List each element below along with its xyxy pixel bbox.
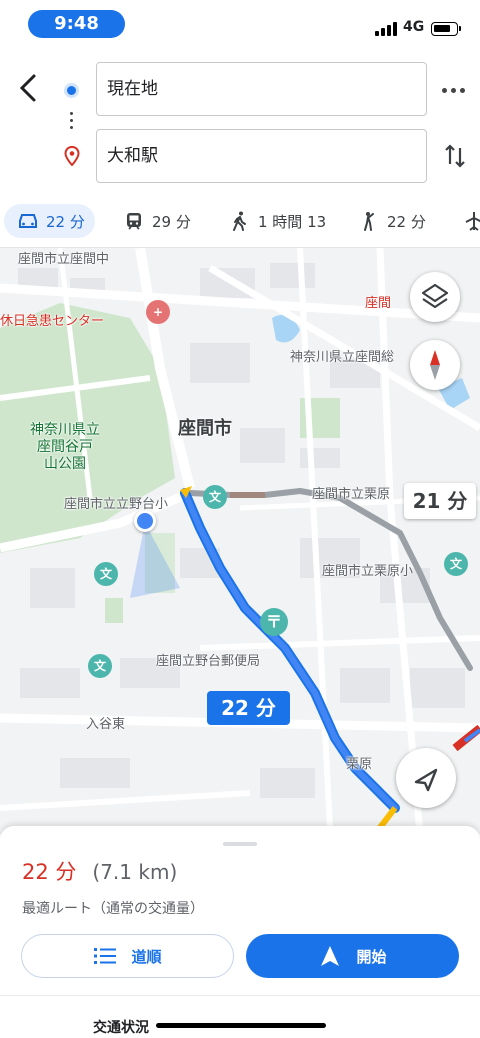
home-indicator [156,1023,326,1028]
tab-car-label: 22 分 [46,212,85,231]
route-description: 最適ルート（通常の交通量） [22,901,204,917]
current-location-dot [134,510,156,532]
eta-summary: 22 分 (7.1 km) [22,856,177,886]
maps-directions-screen: 9:48 4G 現在地 大和駅 22 分 29 分 1 時間 13 22 分 座… [0,0,480,1038]
tab-walk-label: 1 時間 13 [258,212,327,231]
navigation-start-icon [321,946,340,966]
map-label-clinic: 休日急患センター [0,314,105,329]
tab-car[interactable]: 22 分 [4,204,95,238]
start-button-label: 開始 [356,947,387,966]
walk-icon [233,211,246,231]
route-summary-sheet[interactable]: 22 分 (7.1 km) 最適ルート（通常の交通量） 道順 開始 交通状況 [0,826,480,1038]
travel-mode-tabs: 22 分 29 分 1 時間 13 22 分 [0,198,480,248]
map-view[interactable]: 座間市立座間中 休日急患センター 座間 神奈川県立座間総 座間市 神奈川県立 座… [0,248,480,834]
car-icon [19,214,37,228]
tab-transit[interactable]: 29 分 [122,204,191,238]
compass-button[interactable] [410,340,460,390]
battery-icon [431,22,461,36]
sheet-divider [0,995,480,996]
map-label-station-bottom: 栗原 [346,757,373,772]
network-label: 4G [403,19,425,35]
map-label-city: 座間市 [178,418,232,439]
destination-pin-icon [64,146,80,166]
compass-icon [430,350,440,380]
tab-ride-label: 22 分 [387,212,426,231]
map-label-park: 神奈川県立 座間谷戸 山公園 [30,422,100,472]
green-area-3 [105,598,123,623]
steps-button[interactable]: 道順 [21,934,234,978]
list-icon [94,948,117,964]
eta-time: 22 分 [22,860,77,884]
post-office-pin-icon[interactable]: 〒 [260,608,288,636]
map-label-school-right2: 座間市立栗原小 [322,564,414,579]
roads [0,248,480,834]
signal-icon [375,22,399,36]
map-label-school-left: 座間市立立野台小 [64,497,169,512]
status-bar: 9:48 4G [0,0,480,48]
tab-walk[interactable]: 1 時間 13 [228,204,326,238]
map-label-school-top: 座間市立座間中 [18,252,110,267]
tab-flight[interactable] [462,204,480,238]
hail-icon [364,212,374,231]
layers-button[interactable] [410,272,460,322]
tab-transit-label: 29 分 [152,212,191,231]
origin-dot-icon [64,83,79,98]
route-dots-icon [70,112,74,132]
destination-input[interactable]: 大和駅 [96,129,427,183]
directions-header: 現在地 大和駅 [0,48,480,198]
school-pin-icon[interactable]: 文 [88,654,112,678]
route-time-callout[interactable]: 22 分 [207,691,290,725]
steps-button-label: 道順 [131,947,162,966]
origin-input[interactable]: 現在地 [96,62,427,116]
drag-handle[interactable] [223,842,257,846]
traffic-label: 交通状況 [93,1020,149,1036]
map-label-highschool: 神奈川県立座間総 [290,350,395,365]
school-pin-icon[interactable]: 文 [444,552,468,576]
hospital-pin-icon[interactable]: + [146,300,170,324]
map-canvas [0,248,480,834]
map-label-station-top: 座間 [365,296,392,311]
layers-icon [421,283,449,309]
eta-distance: (7.1 km) [92,860,178,884]
navigation-arrow-icon [414,768,438,792]
train-icon [127,213,141,230]
status-time: 9:48 [28,10,125,38]
plane-icon [465,212,480,231]
swap-icon[interactable] [441,142,469,170]
more-options-icon[interactable] [440,78,468,102]
tab-ride[interactable]: 22 分 [357,204,426,238]
alternate-route-callout[interactable]: 21 分 [404,483,476,519]
map-label-school-right: 座間市立栗原 [312,487,391,502]
recenter-button[interactable] [396,748,456,808]
school-pin-icon[interactable]: 文 [94,562,118,586]
back-arrow-icon[interactable] [14,70,46,106]
map-label-post-office: 座間立野台郵便局 [156,654,261,669]
map-label-area: 入谷東 [86,717,126,732]
start-button[interactable]: 開始 [246,934,459,978]
school-pin-icon[interactable]: 文 [203,485,227,509]
